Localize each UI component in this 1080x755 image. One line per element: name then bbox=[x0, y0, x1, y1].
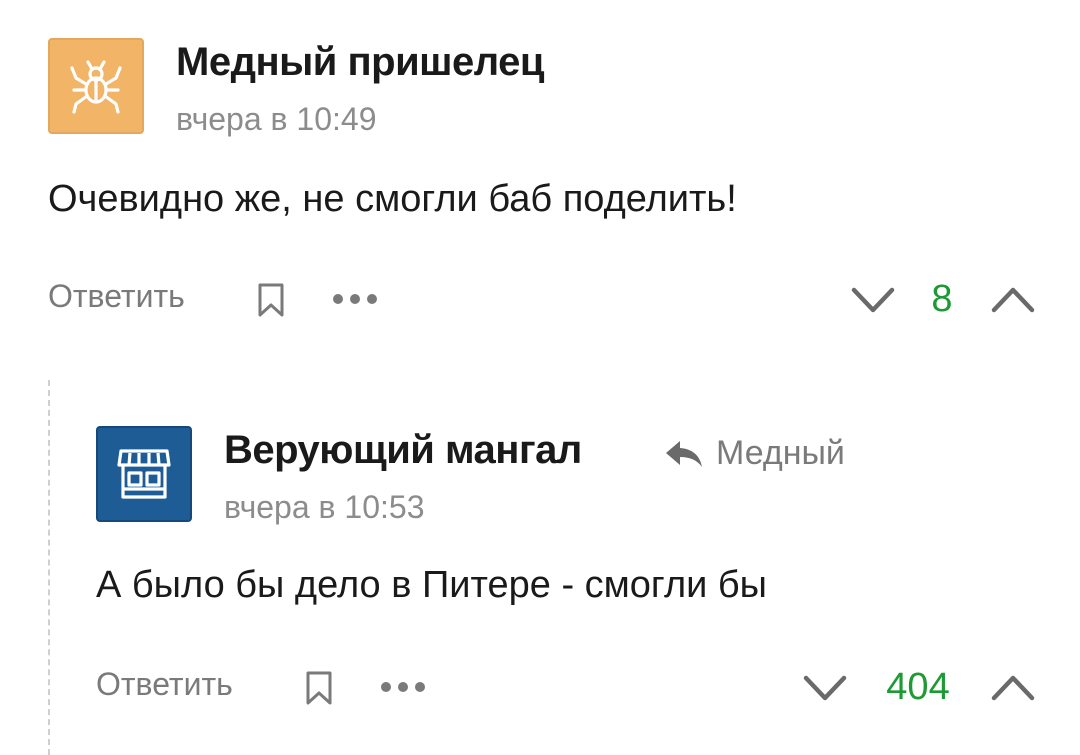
avatar[interactable] bbox=[96, 426, 192, 522]
comment-score: 8 bbox=[931, 278, 953, 320]
comment-actions: Ответить 8 bbox=[48, 278, 1048, 322]
comment-text: Очевидно же, не смогли баб поделить! bbox=[48, 178, 737, 220]
comment-author[interactable]: Верующий мангал bbox=[224, 428, 582, 473]
reply-button[interactable]: Ответить bbox=[96, 666, 233, 703]
reply-button[interactable]: Ответить bbox=[48, 278, 185, 315]
reply-arrow-icon bbox=[666, 440, 702, 467]
shop-icon bbox=[117, 449, 171, 499]
comment-actions: Ответить 404 bbox=[96, 666, 1048, 710]
vote-up-icon[interactable] bbox=[990, 672, 1036, 709]
bookmark-icon[interactable] bbox=[256, 282, 286, 323]
thread-line bbox=[48, 380, 50, 755]
comment-text: А было бы дело в Питере - смогли бы bbox=[96, 564, 767, 606]
more-options-icon[interactable] bbox=[380, 680, 426, 699]
vote-down-icon[interactable] bbox=[850, 284, 896, 321]
comment-time[interactable]: вчера в 10:53 bbox=[224, 489, 424, 526]
reply-to-name: Медный bbox=[716, 434, 845, 472]
more-options-icon[interactable] bbox=[332, 292, 378, 311]
bookmark-icon[interactable] bbox=[304, 670, 334, 711]
avatar[interactable] bbox=[48, 38, 144, 134]
comment-author[interactable]: Медный пришелец bbox=[176, 40, 544, 85]
comment-time[interactable]: вчера в 10:49 bbox=[176, 101, 376, 138]
reply-to-link[interactable]: Медный bbox=[664, 434, 845, 473]
bug-icon bbox=[70, 60, 122, 114]
vote-down-icon[interactable] bbox=[802, 672, 848, 709]
vote-up-icon[interactable] bbox=[990, 284, 1036, 321]
comment-score: 404 bbox=[886, 666, 950, 708]
